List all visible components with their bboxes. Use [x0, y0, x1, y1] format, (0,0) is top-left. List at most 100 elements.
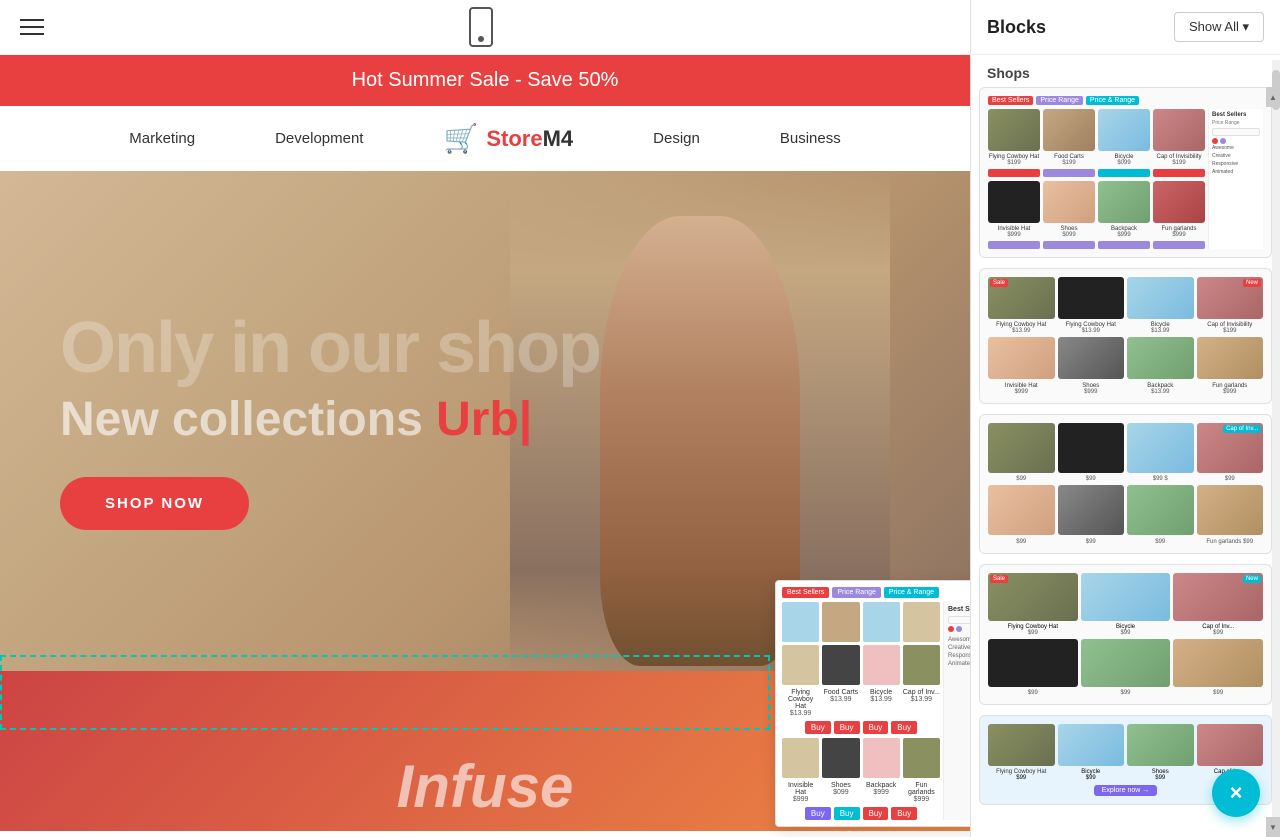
b2-img-8	[1197, 337, 1264, 379]
b1-btn-1[interactable]	[988, 169, 1040, 177]
thumb-label-6: Shoes	[822, 782, 859, 789]
thumb-img-1	[782, 602, 819, 642]
b2-badge-new: New	[1243, 279, 1261, 287]
b1-btn-6[interactable]	[1043, 241, 1095, 249]
thumb-buy-btn-1[interactable]: Buy	[805, 721, 831, 734]
shop-now-button[interactable]: SHOP NOW	[60, 477, 249, 530]
thumb-label-7: Backpack	[863, 782, 900, 789]
canvas-area: Hot Summer Sale - Save 50% Marketing Dev…	[0, 0, 970, 837]
b2-price-2: $13.99	[1058, 328, 1125, 334]
b3-price-6: $99	[1058, 539, 1125, 545]
b5-img-4	[1197, 724, 1264, 766]
b1-img-6	[1043, 181, 1095, 223]
nav-link-marketing[interactable]: Marketing	[129, 130, 195, 147]
thumb-img-11	[863, 738, 900, 778]
scroll-down-arrow[interactable]: ▼	[1266, 817, 1280, 837]
b1-price-7: $999	[1098, 232, 1150, 238]
b3-img-7	[1127, 485, 1194, 535]
b2-price-1: $13.99	[988, 328, 1055, 334]
thumb-sidebar-filter: Best Sellers Awesome Creative Responsive…	[943, 602, 970, 820]
hero-content: Only in our shop New collections Urb| SH…	[60, 312, 600, 530]
nav-link-business[interactable]: Business	[780, 130, 841, 147]
b2-price-4: $199	[1197, 328, 1264, 334]
b1-btn-8[interactable]	[1153, 241, 1205, 249]
b1-price-5: $999	[988, 232, 1040, 238]
panel-scrollbar-track[interactable]	[1272, 60, 1280, 837]
b5-explore-btn[interactable]: Explore now →	[1094, 785, 1157, 796]
thumb-label-5: Invisible Hat	[782, 782, 819, 796]
thumb-buy-btn-4[interactable]: Buy	[891, 721, 917, 734]
b2-img-3	[1127, 277, 1194, 319]
thumb-filter-item-4: Animated	[948, 660, 970, 668]
thumb-img-3	[863, 602, 900, 642]
website-preview: Hot Summer Sale - Save 50% Marketing Dev…	[0, 55, 970, 837]
thumb-filter-item-2: Creative	[948, 644, 970, 652]
nav-link-development[interactable]: Development	[275, 130, 363, 147]
b1-filter-box	[1212, 128, 1260, 136]
panel-blocks-list[interactable]: ▲ Best Sellers Price Range Price & Range	[971, 87, 1280, 837]
thumb-label-8: Fun garlands	[903, 782, 940, 796]
b4-price-4: $99	[988, 690, 1078, 696]
thumb-buy-btn-8[interactable]: Buy	[891, 807, 917, 820]
thumb-label-1: Flying Cowboy Hat	[782, 689, 819, 710]
floating-thumbnail[interactable]: Best Sellers Price Range Price & Range	[775, 580, 970, 827]
b1-btn-4[interactable]	[1153, 169, 1205, 177]
logo-store: Store	[486, 126, 542, 151]
thumb-badge-sellers: Best Sellers	[782, 587, 829, 598]
b1-sidebar-sub: Price Range	[1212, 120, 1260, 126]
b1-price-2: $199	[1043, 160, 1095, 166]
thumb-img-5	[782, 645, 819, 685]
b1-btn-2[interactable]	[1043, 169, 1095, 177]
b2-price-6: $999	[1058, 389, 1125, 395]
hamburger-menu-icon[interactable]	[20, 19, 44, 35]
thumb-badge-range: Price Range	[832, 587, 881, 598]
logo-m4: M4	[543, 126, 574, 151]
b3-price-1: $99	[988, 476, 1055, 482]
thumb-dot-red	[948, 626, 954, 632]
thumb-price-1: $13.99	[782, 710, 819, 717]
thumb-buy-btn-5[interactable]: Buy	[805, 807, 831, 820]
thumb-price-5: $999	[782, 796, 819, 803]
thumb-sidebar-title: Best Sellers	[948, 606, 970, 613]
thumb-buy-btn-7[interactable]: Buy	[863, 807, 889, 820]
b4-price-1: $99	[988, 630, 1078, 636]
hero-subheading: New collections Urb|	[60, 394, 600, 447]
thumb-buy-btn-2[interactable]: Buy	[834, 721, 860, 734]
nav-link-design[interactable]: Design	[653, 130, 700, 147]
b1-price-8: $999	[1153, 232, 1205, 238]
thumb-buy-btn-6[interactable]: Buy	[834, 807, 860, 820]
thumb-price-4: $13.99	[903, 696, 940, 703]
b1-btn-5[interactable]	[988, 241, 1040, 249]
close-panel-button[interactable]: ×	[1212, 769, 1260, 817]
block1-badge-2: Price Range	[1036, 96, 1083, 105]
b5-img-3	[1127, 724, 1194, 766]
b2-price-7: $13.99	[1127, 389, 1194, 395]
thumb-label-4: Cap of Inv...	[903, 689, 940, 696]
b1-btn-3[interactable]	[1098, 169, 1150, 177]
panel-header: Blocks Show All ▾	[971, 0, 1280, 55]
b3-price-2: $99	[1058, 476, 1125, 482]
block-thumb-1[interactable]: Best Sellers Price Range Price & Range	[979, 87, 1272, 258]
b1-price-3: $099	[1098, 160, 1150, 166]
b1-price-1: $199	[988, 160, 1040, 166]
hero-subheading-start: New collections	[60, 393, 436, 446]
b4-img-2	[1081, 573, 1171, 621]
b2-price-8: $999	[1197, 389, 1264, 395]
block-thumb-4[interactable]: Sale New Flying Cowboy Hat$99 Bicycle$99…	[979, 564, 1272, 705]
thumb-img-12	[903, 738, 940, 778]
b1-img-4	[1153, 109, 1205, 151]
block-thumb-2[interactable]: Sale New Flying Cowboy Hat$13.99 Flying …	[979, 268, 1272, 404]
b3-img-2	[1058, 423, 1125, 473]
block-thumb-3[interactable]: Cap of Inv... $99 $99 $99 $ $99 $99	[979, 414, 1272, 554]
promo-text: Hot Summer Sale - Save 50%	[352, 69, 619, 91]
b1-btn-7[interactable]	[1098, 241, 1150, 249]
b1-img-3	[1098, 109, 1150, 151]
phone-preview-icon[interactable]	[469, 7, 493, 47]
b2-price-5: $999	[988, 389, 1055, 395]
b4-price-2: $99	[1081, 630, 1171, 636]
scroll-up-arrow[interactable]: ▲	[1266, 87, 1280, 107]
panel-section-shops: Shops	[971, 55, 1280, 87]
thumb-filter-item-3: Responsive	[948, 652, 970, 660]
show-all-button[interactable]: Show All ▾	[1174, 12, 1264, 42]
thumb-buy-btn-3[interactable]: Buy	[863, 721, 889, 734]
